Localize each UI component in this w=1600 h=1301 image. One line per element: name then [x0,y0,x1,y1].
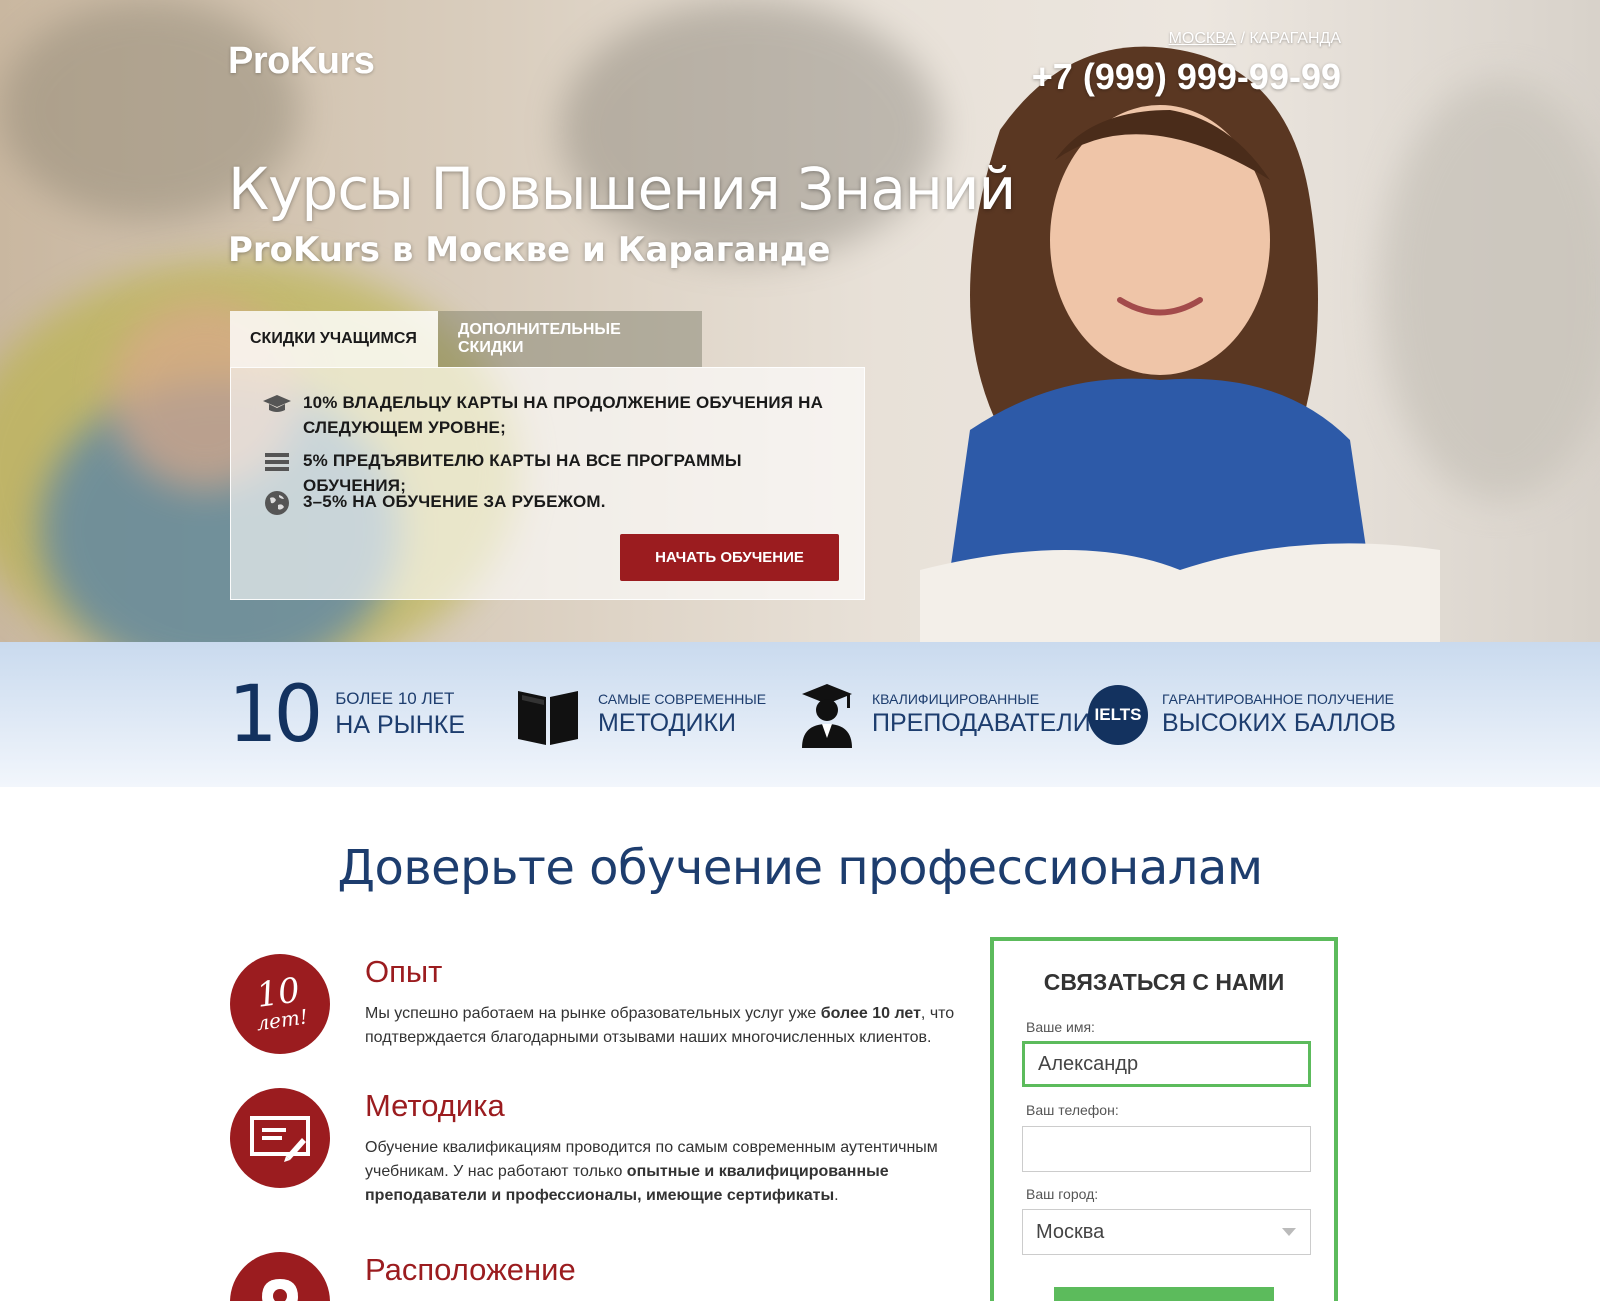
chevron-down-icon [1281,1227,1297,1237]
section-title: Доверьте обучение профессионалам [337,840,1263,896]
certificate-icon [230,1088,330,1188]
tab-student-discounts[interactable]: СКИДКИ УЧАЩИМСЯ [230,311,438,367]
feature-title: Расположение [365,1252,576,1287]
stat-teachers: КВАЛИФИЦИРОВАННЫЕ ПРЕПОДАВАТЕЛИ [800,642,1091,787]
phone-input[interactable] [1022,1126,1311,1172]
stat-number: 10 [228,669,323,760]
form-title: СВЯЗАТЬСЯ С НАМИ [1043,969,1285,995]
stats-bar: 10 БОЛЕЕ 10 ЛЕТ НА РЫНКЕ САМЫЕ СОВРЕМЕНН… [0,642,1600,787]
discount-text: 3–5% НА ОБУЧЕНИЕ ЗА РУБЕЖОМ. [303,492,606,511]
discount-item: 3–5% НА ОБУЧЕНИЕ ЗА РУБЕЖОМ. [261,489,843,517]
stat-big: ВЫСОКИХ БАЛЛОВ [1162,709,1396,737]
stat-methods: САМЫЕ СОВРЕМЕННЫЕ МЕТОДИКИ [516,642,766,787]
student-photo [920,46,1440,642]
location-pin-icon [230,1252,330,1301]
stat-years: 10 БОЛЕЕ 10 ЛЕТ НА РЫНКЕ [228,642,465,787]
submit-button[interactable] [1054,1287,1274,1301]
hero-subtitle: ProKurs в Москве и Караганде [228,230,831,270]
name-label: Ваше имя: [1026,1019,1095,1035]
stat-small: ГАРАНТИРОВАННОЕ ПОЛУЧЕНИЕ [1162,691,1394,707]
city-separator: / [1236,30,1250,47]
teacher-icon [800,682,854,748]
list-icon [261,448,293,476]
experience-badge-icon: 10 лет! [230,954,330,1054]
contact-form: СВЯЗАТЬСЯ С НАМИ Ваше имя: Александр Ваш… [990,937,1338,1301]
globe-icon [261,489,293,517]
city-selector: МОСКВА / КАРАГАНДА [1169,30,1341,48]
discount-panel: 10% ВЛАДЕЛЬЦУ КАРТЫ НА ПРОДОЛЖЕНИЕ ОБУЧЕ… [230,367,865,600]
stat-small: КВАЛИФИЦИРОВАННЫЕ [872,691,1040,707]
logo[interactable]: ProKurs [228,40,375,83]
phone-number[interactable]: +7 (999) 999-99-99 [1032,56,1341,98]
stat-big: МЕТОДИКИ [598,709,736,737]
city-select[interactable]: Москва [1022,1209,1311,1255]
start-learning-button[interactable]: НАЧАТЬ ОБУЧЕНИЕ [620,534,839,581]
stat-small: БОЛЕЕ 10 ЛЕТ [335,689,455,708]
graduation-cap-icon [261,390,293,418]
feature-method: Методика Обучение квалификациям проводит… [230,1088,960,1228]
feature-title: Методика [365,1088,505,1123]
feature-title: Опыт [365,954,443,989]
city-label: Ваш город: [1026,1186,1099,1202]
city-select-value: Москва [1036,1220,1105,1243]
stat-ielts: IELTS ГАРАНТИРОВАННОЕ ПОЛУЧЕНИЕ ВЫСОКИХ … [1088,642,1396,787]
discount-tabs: СКИДКИ УЧАЩИМСЯ ДОПОЛНИТЕЛЬНЫЕ СКИДКИ [230,311,702,367]
feature-location: Расположение [230,1252,960,1301]
stat-small: САМЫЕ СОВРЕМЕННЫЕ [598,691,767,707]
book-icon [516,683,580,747]
badge-label: лет! [255,1004,310,1036]
stat-big: НА РЫНКЕ [335,711,466,739]
discount-text: 10% ВЛАДЕЛЬЦУ КАРТЫ НА ПРОДОЛЖЕНИЕ ОБУЧЕ… [303,393,824,437]
phone-label: Ваш телефон: [1026,1102,1119,1118]
hero-title: Курсы Повышения Знаний [228,155,1016,223]
feature-text: Мы успешно работаем на рынке образовател… [365,1005,955,1046]
discount-item: 10% ВЛАДЕЛЬЦУ КАРТЫ НА ПРОДОЛЖЕНИЕ ОБУЧЕ… [261,390,843,440]
hero-section: ProKurs МОСКВА / КАРАГАНДА +7 (999) 999-… [0,0,1600,642]
name-input[interactable]: Александр [1022,1041,1311,1087]
city-link-moscow[interactable]: МОСКВА [1169,30,1236,47]
feature-text: Обучение квалификациям проводится по сам… [365,1139,938,1204]
tab-extra-discounts[interactable]: ДОПОЛНИТЕЛЬНЫЕ СКИДКИ [438,311,702,367]
feature-experience: 10 лет! Опыт Мы успешно работаем на рынк… [230,954,960,1074]
city-link-karaganda[interactable]: КАРАГАНДА [1249,30,1341,47]
stat-big: ПРЕПОДАВАТЕЛИ [872,709,1091,737]
ielts-badge: IELTS [1088,684,1148,745]
